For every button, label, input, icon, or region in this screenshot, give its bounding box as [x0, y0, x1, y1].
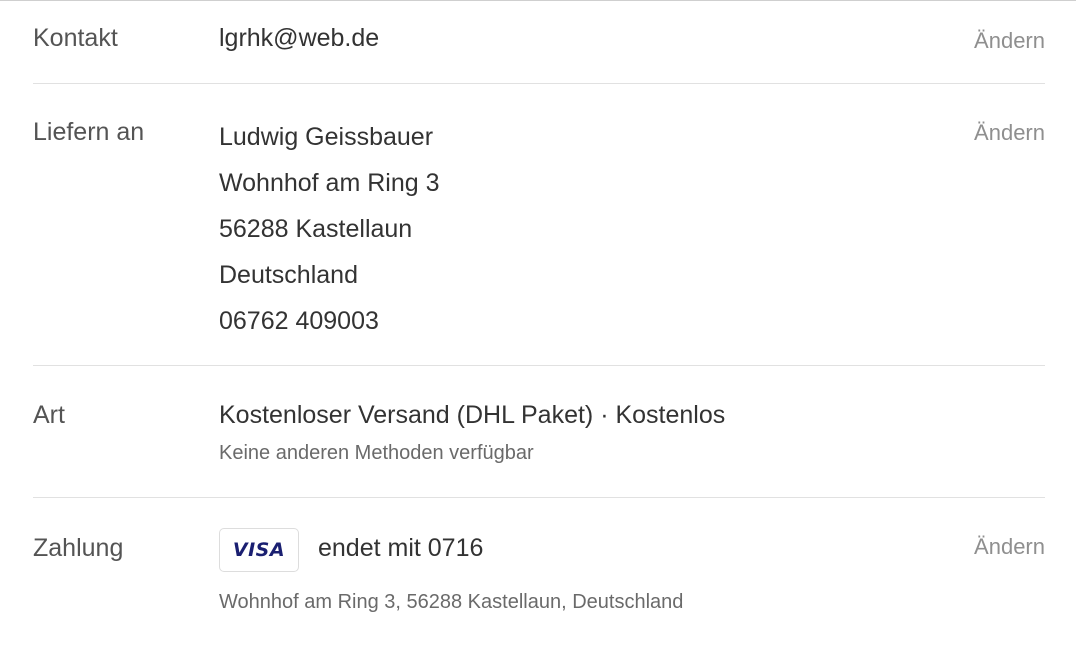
- payment-label: Zahlung: [33, 534, 124, 562]
- address-name: Ludwig Geissbauer: [219, 123, 434, 151]
- billing-address: Wohnhof am Ring 3, 56288 Kastellaun, Deu…: [219, 591, 684, 613]
- address-country: Deutschland: [219, 261, 358, 289]
- contact-label: Kontakt: [33, 24, 118, 52]
- change-address-link[interactable]: Ändern: [974, 120, 1045, 146]
- shipping-method-row: Art Kostenloser Versand (DHL Paket) · Ko…: [33, 366, 1045, 496]
- payment-row: Zahlung VISA endet mit 0716 Ändern Wohnh…: [33, 498, 1045, 649]
- change-payment-link[interactable]: Ändern: [974, 534, 1045, 560]
- change-contact-link[interactable]: Ändern: [974, 28, 1045, 54]
- method-value: Kostenloser Versand (DHL Paket) · Kosten…: [219, 401, 726, 429]
- address-phone: 06762 409003: [219, 307, 379, 335]
- contact-row: Kontakt lgrhk@web.de Ändern: [33, 0, 1045, 82]
- address-city: 56288 Kastellaun: [219, 215, 413, 243]
- ship-to-label: Liefern an: [33, 118, 145, 146]
- method-label: Art: [33, 401, 65, 429]
- method-note: Keine anderen Methoden verfügbar: [219, 442, 534, 464]
- card-ending: endet mit 0716: [318, 534, 484, 562]
- contact-email: lgrhk@web.de: [219, 24, 380, 52]
- ship-to-address: Ludwig Geissbauer Wohnhof am Ring 3 5628…: [219, 114, 440, 344]
- address-street: Wohnhof am Ring 3: [219, 169, 440, 197]
- visa-logo-icon: VISA: [219, 528, 299, 572]
- ship-to-row: Liefern an Ludwig Geissbauer Wohnhof am …: [33, 84, 1045, 365]
